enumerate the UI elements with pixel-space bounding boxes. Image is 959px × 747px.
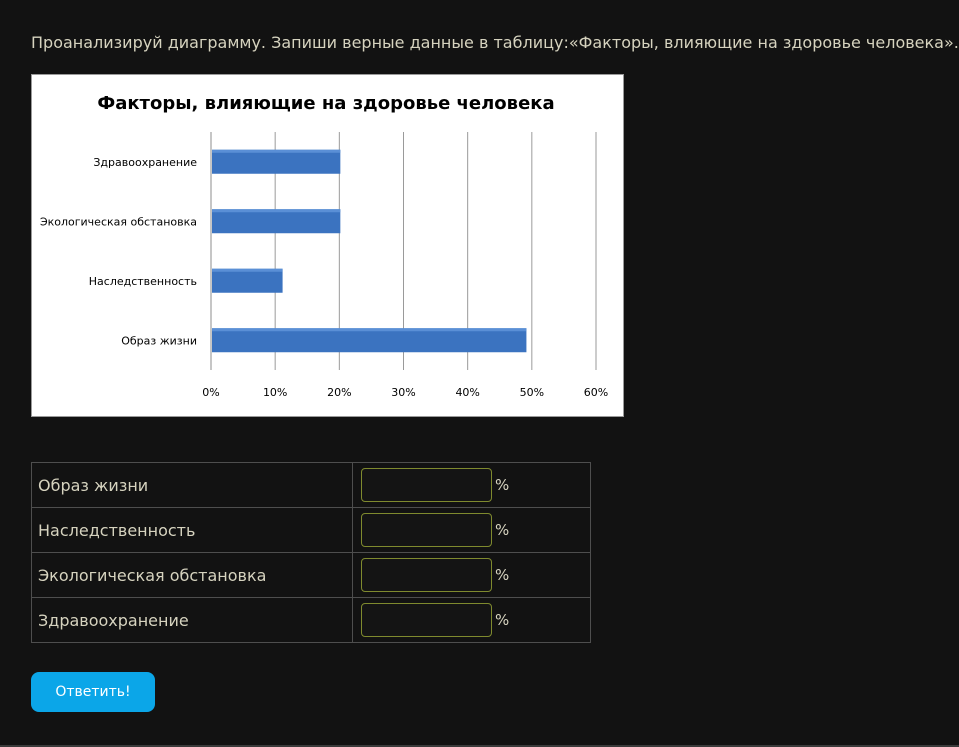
table-row: Наследственность %: [31, 507, 591, 553]
bar-highlight: [212, 268, 283, 272]
row-label: Образ жизни: [31, 462, 353, 508]
x-tick-label: 60%: [584, 386, 608, 399]
chart-bars: [212, 149, 527, 353]
table-row: Образ жизни %: [31, 462, 591, 508]
percent-sign: %: [495, 566, 510, 584]
x-tick-label: 10%: [263, 386, 287, 399]
chart-tick-labels: 0% 10% 20% 30% 40% 50% 60%: [202, 386, 608, 399]
answer-input-heredity[interactable]: [361, 513, 492, 547]
bar-highlight: [212, 149, 341, 153]
chart-title: Факторы, влияющие на здоровье человека: [97, 93, 554, 114]
row-label: Здравоохранение: [31, 597, 353, 643]
category-label: Экологическая обстановка: [40, 215, 197, 228]
bar: [212, 268, 283, 293]
x-tick-label: 40%: [455, 386, 479, 399]
percent-sign: %: [495, 611, 510, 629]
percent-sign: %: [495, 521, 510, 539]
x-tick-label: 30%: [391, 386, 415, 399]
x-tick-label: 20%: [327, 386, 351, 399]
category-label: Наследственность: [89, 275, 197, 288]
row-label: Наследственность: [31, 507, 353, 553]
chart-category-labels: Здравоохранение Экологическая обстановка Н…: [40, 156, 197, 348]
bar-chart-svg: Факторы, влияющие на здоровье человека З…: [40, 93, 608, 399]
category-label: Образ жизни: [121, 334, 197, 347]
row-label: Экологическая обстановка: [31, 552, 353, 598]
table-row: Здравоохранение %: [31, 597, 591, 643]
answer-input-ecology[interactable]: [361, 558, 492, 592]
answer-input-lifestyle[interactable]: [361, 468, 492, 502]
task-instruction: Проанализируй диаграмму. Запиши верные д…: [31, 33, 959, 52]
answer-input-healthcare[interactable]: [361, 603, 492, 637]
bar: [212, 209, 341, 234]
answer-table: Образ жизни % Наследственность % Экологи…: [31, 462, 591, 643]
category-label: Здравоохранение: [93, 156, 197, 169]
x-tick-label: 0%: [202, 386, 219, 399]
bar: [212, 328, 527, 353]
bar-chart: Факторы, влияющие на здоровье человека З…: [31, 74, 624, 417]
bar-highlight: [212, 328, 527, 332]
submit-button[interactable]: Ответить!: [31, 672, 155, 712]
bar-highlight: [212, 209, 341, 213]
table-row: Экологическая обстановка %: [31, 552, 591, 598]
x-tick-label: 50%: [520, 386, 544, 399]
percent-sign: %: [495, 476, 510, 494]
bar: [212, 149, 341, 174]
